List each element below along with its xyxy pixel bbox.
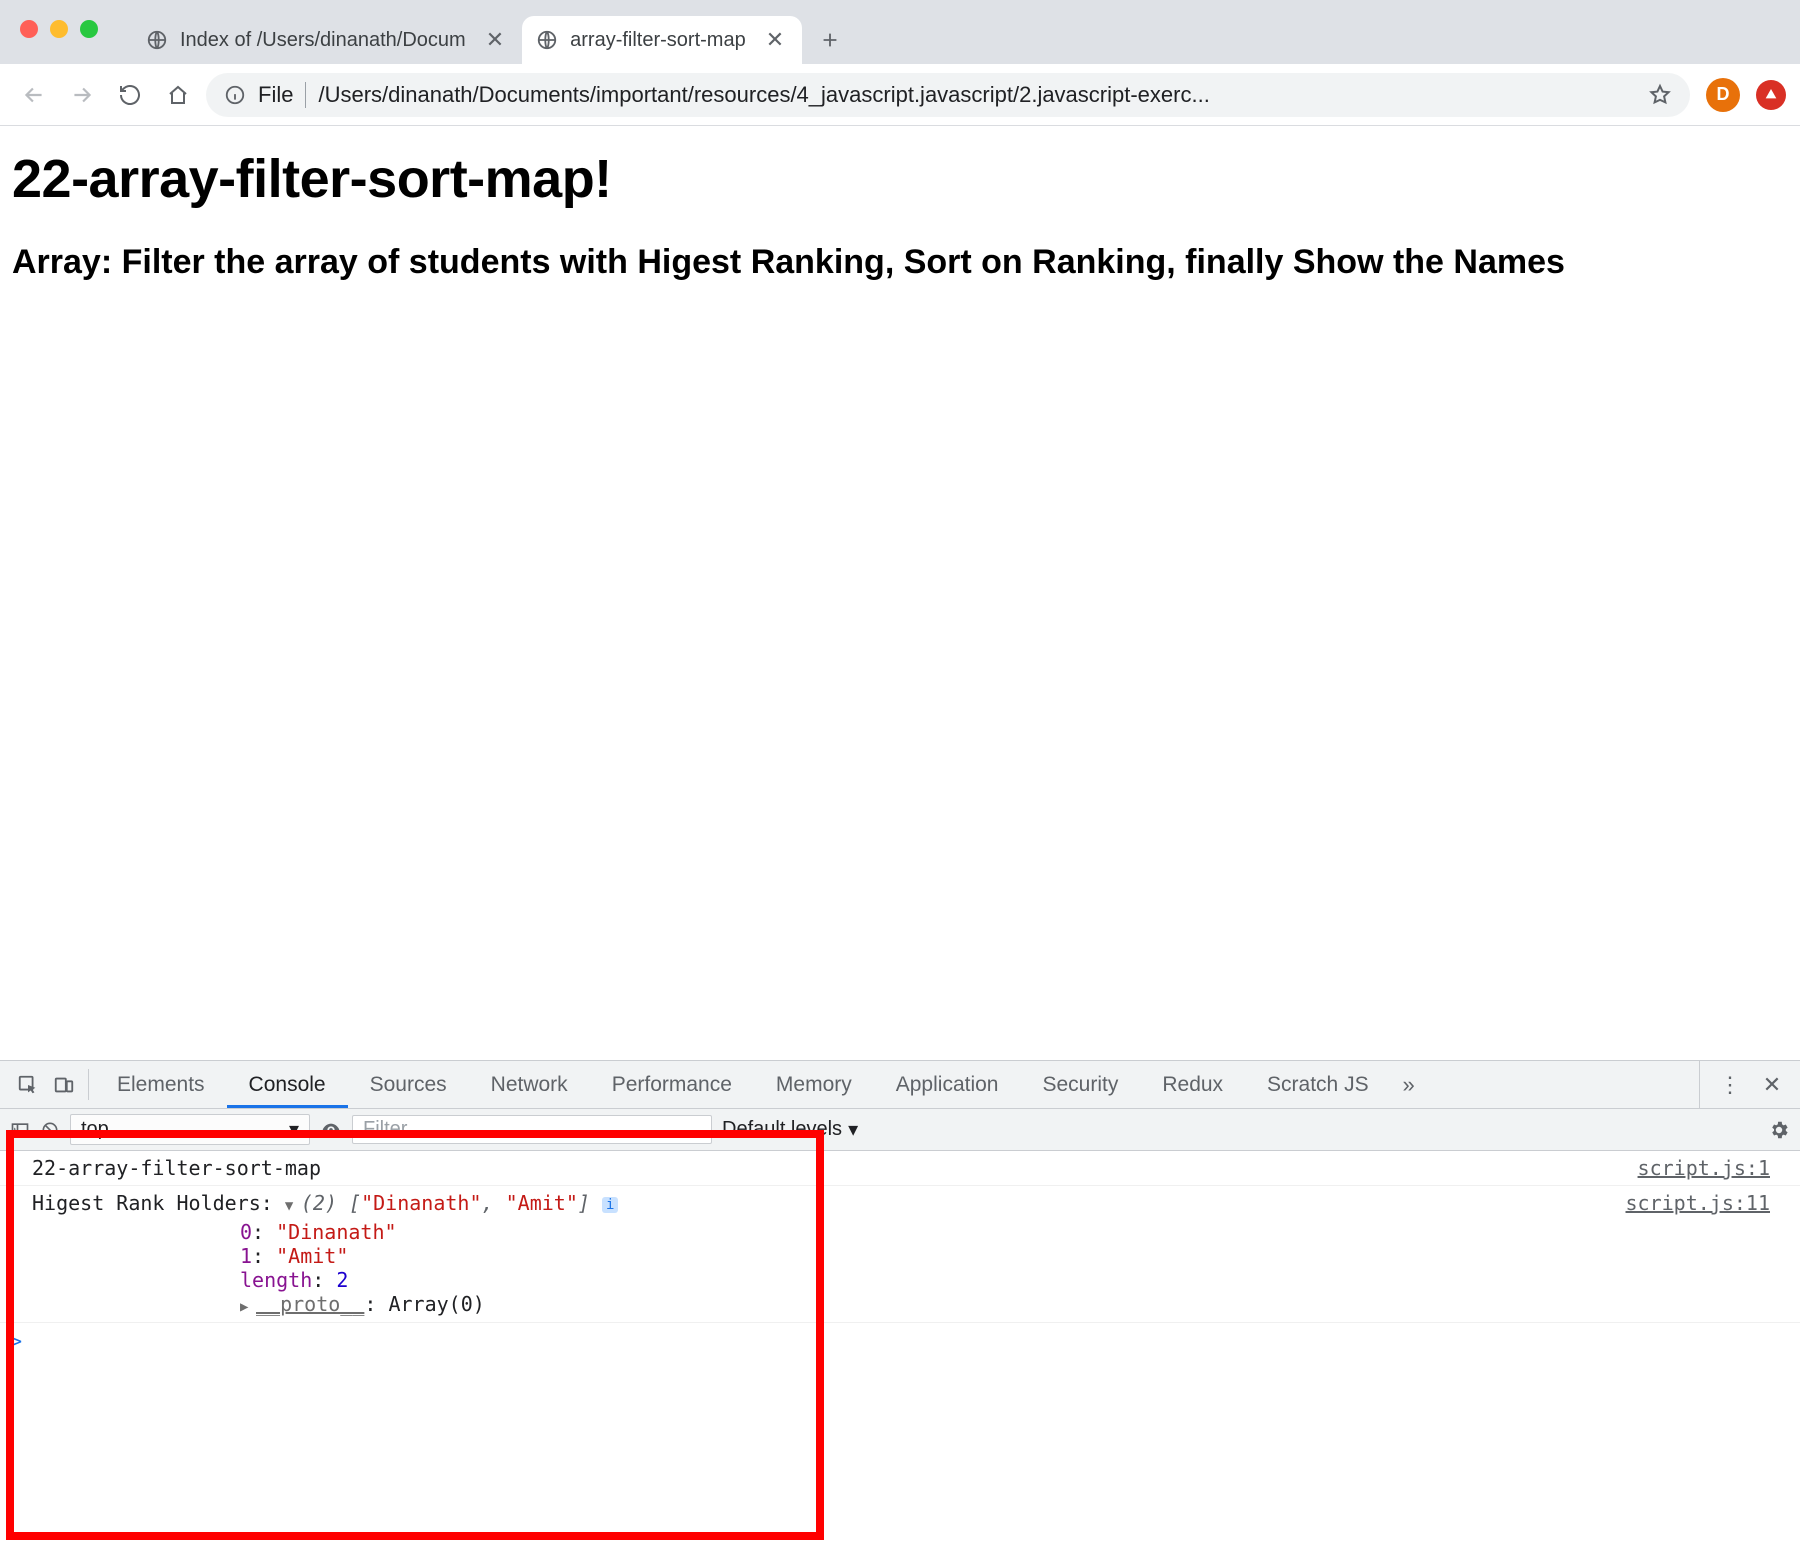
console-log-row[interactable]: Higest Rank Holders: ▼(2) ["Dinanath", "…	[0, 1186, 1800, 1220]
console-log-row[interactable]: 22-array-filter-sort-map script.js:1	[0, 1151, 1800, 1186]
console-settings-icon[interactable]	[1768, 1119, 1790, 1141]
page-heading: 22-array-filter-sort-map!	[12, 148, 1788, 210]
log-message: 22-array-filter-sort-map	[32, 1156, 1638, 1180]
devtools-panel: Elements Console Sources Network Perform…	[0, 1060, 1800, 1550]
page-subheading: Array: Filter the array of students with…	[12, 240, 1788, 286]
globe-icon	[536, 29, 558, 51]
bookmark-star-icon[interactable]	[1648, 83, 1672, 107]
divider	[305, 82, 306, 108]
console-prompt[interactable]: >	[0, 1322, 1800, 1359]
object-entry[interactable]: length: 2	[0, 1268, 1800, 1292]
extension-icon[interactable]	[1756, 80, 1786, 110]
browser-tab-inactive[interactable]: Index of /Users/dinanath/Docum ✕	[132, 16, 522, 64]
globe-icon	[146, 29, 168, 51]
disclosure-triangle-down-icon[interactable]: ▼	[285, 1198, 301, 1214]
profile-avatar[interactable]: D	[1706, 78, 1740, 112]
tab-title: Index of /Users/dinanath/Docum	[180, 29, 466, 52]
console-filter-input[interactable]: Filter	[352, 1115, 712, 1144]
url-scheme: File	[258, 82, 293, 108]
devtools-tab-memory[interactable]: Memory	[754, 1061, 874, 1108]
devtools-tab-elements[interactable]: Elements	[95, 1061, 227, 1108]
levels-label_text: Default levels	[722, 1118, 842, 1141]
url-path: /Users/dinanath/Documents/important/reso…	[318, 82, 1636, 108]
window-minimize-button[interactable]	[50, 20, 68, 38]
forward-button[interactable]	[62, 75, 102, 115]
devtools-tab-console[interactable]: Console	[227, 1061, 348, 1108]
devtools-tab-application[interactable]: Application	[874, 1061, 1021, 1108]
log-source-link[interactable]: script.js:1	[1638, 1156, 1770, 1180]
object-proto-entry[interactable]: ▶__proto__: Array(0)	[0, 1292, 1800, 1322]
devtools-tab-redux[interactable]: Redux	[1140, 1061, 1245, 1108]
devtools-tab-sources[interactable]: Sources	[348, 1061, 469, 1108]
browser-tabstrip: Index of /Users/dinanath/Docum ✕ array-f…	[0, 0, 1800, 64]
page-content: 22-array-filter-sort-map! Array: Filter …	[0, 126, 1800, 286]
devtools-tabbar: Elements Console Sources Network Perform…	[0, 1061, 1800, 1109]
kebab-menu-icon[interactable]: ⋮	[1712, 1072, 1748, 1098]
clear-console-icon[interactable]	[40, 1120, 60, 1140]
close-icon[interactable]: ✕	[486, 27, 504, 53]
disclosure-triangle-right-icon[interactable]: ▶	[240, 1299, 256, 1315]
filter-placeholder: Filter	[363, 1118, 407, 1140]
home-button[interactable]	[158, 75, 198, 115]
devtools-close-icon[interactable]: ✕	[1754, 1072, 1790, 1098]
avatar-initial: D	[1717, 84, 1730, 105]
console-sidebar-toggle-icon[interactable]	[10, 1120, 30, 1140]
window-close-button[interactable]	[20, 20, 38, 38]
browser-tab-active[interactable]: array-filter-sort-map ✕	[522, 16, 802, 64]
console-output: 22-array-filter-sort-map script.js:1 Hig…	[0, 1151, 1800, 1550]
browser-toolbar: File /Users/dinanath/Documents/important…	[0, 64, 1800, 126]
window-zoom-button[interactable]	[80, 20, 98, 38]
divider	[88, 1069, 89, 1100]
log-source-link[interactable]: script.js:11	[1626, 1191, 1771, 1215]
chevron-down-icon: ▾	[289, 1117, 299, 1142]
reload-button[interactable]	[110, 75, 150, 115]
object-entry[interactable]: 0: "Dinanath"	[0, 1220, 1800, 1244]
console-toolbar: top ▾ Filter Default levels ▾	[0, 1109, 1800, 1151]
devtools-tab-performance[interactable]: Performance	[590, 1061, 754, 1108]
log-message: Higest Rank Holders: ▼(2) ["Dinanath", "…	[32, 1191, 1626, 1215]
context-label: top	[81, 1118, 109, 1141]
log-level-selector[interactable]: Default levels ▾	[722, 1117, 858, 1142]
new-tab-button[interactable]	[810, 20, 850, 60]
info-icon[interactable]	[224, 84, 246, 106]
devtools-tab-network[interactable]: Network	[469, 1061, 590, 1108]
devtools-tab-scratchjs[interactable]: Scratch JS	[1245, 1061, 1391, 1108]
back-button[interactable]	[14, 75, 54, 115]
inspect-element-icon[interactable]	[10, 1061, 46, 1108]
close-icon[interactable]: ✕	[766, 27, 784, 53]
tab-title: array-filter-sort-map	[570, 29, 746, 52]
device-toggle-icon[interactable]	[46, 1061, 82, 1108]
info-badge-icon[interactable]: i	[602, 1197, 618, 1213]
object-entry[interactable]: 1: "Amit"	[0, 1244, 1800, 1268]
live-expression-icon[interactable]	[320, 1119, 342, 1141]
address-bar[interactable]: File /Users/dinanath/Documents/important…	[206, 73, 1690, 117]
tabs-overflow-icon[interactable]: »	[1391, 1061, 1427, 1108]
chevron-down-icon: ▾	[848, 1117, 858, 1142]
devtools-tab-security[interactable]: Security	[1020, 1061, 1140, 1108]
execution-context-selector[interactable]: top ▾	[70, 1114, 310, 1145]
prompt-chevron-icon: >	[10, 1329, 22, 1353]
window-controls	[20, 20, 98, 38]
